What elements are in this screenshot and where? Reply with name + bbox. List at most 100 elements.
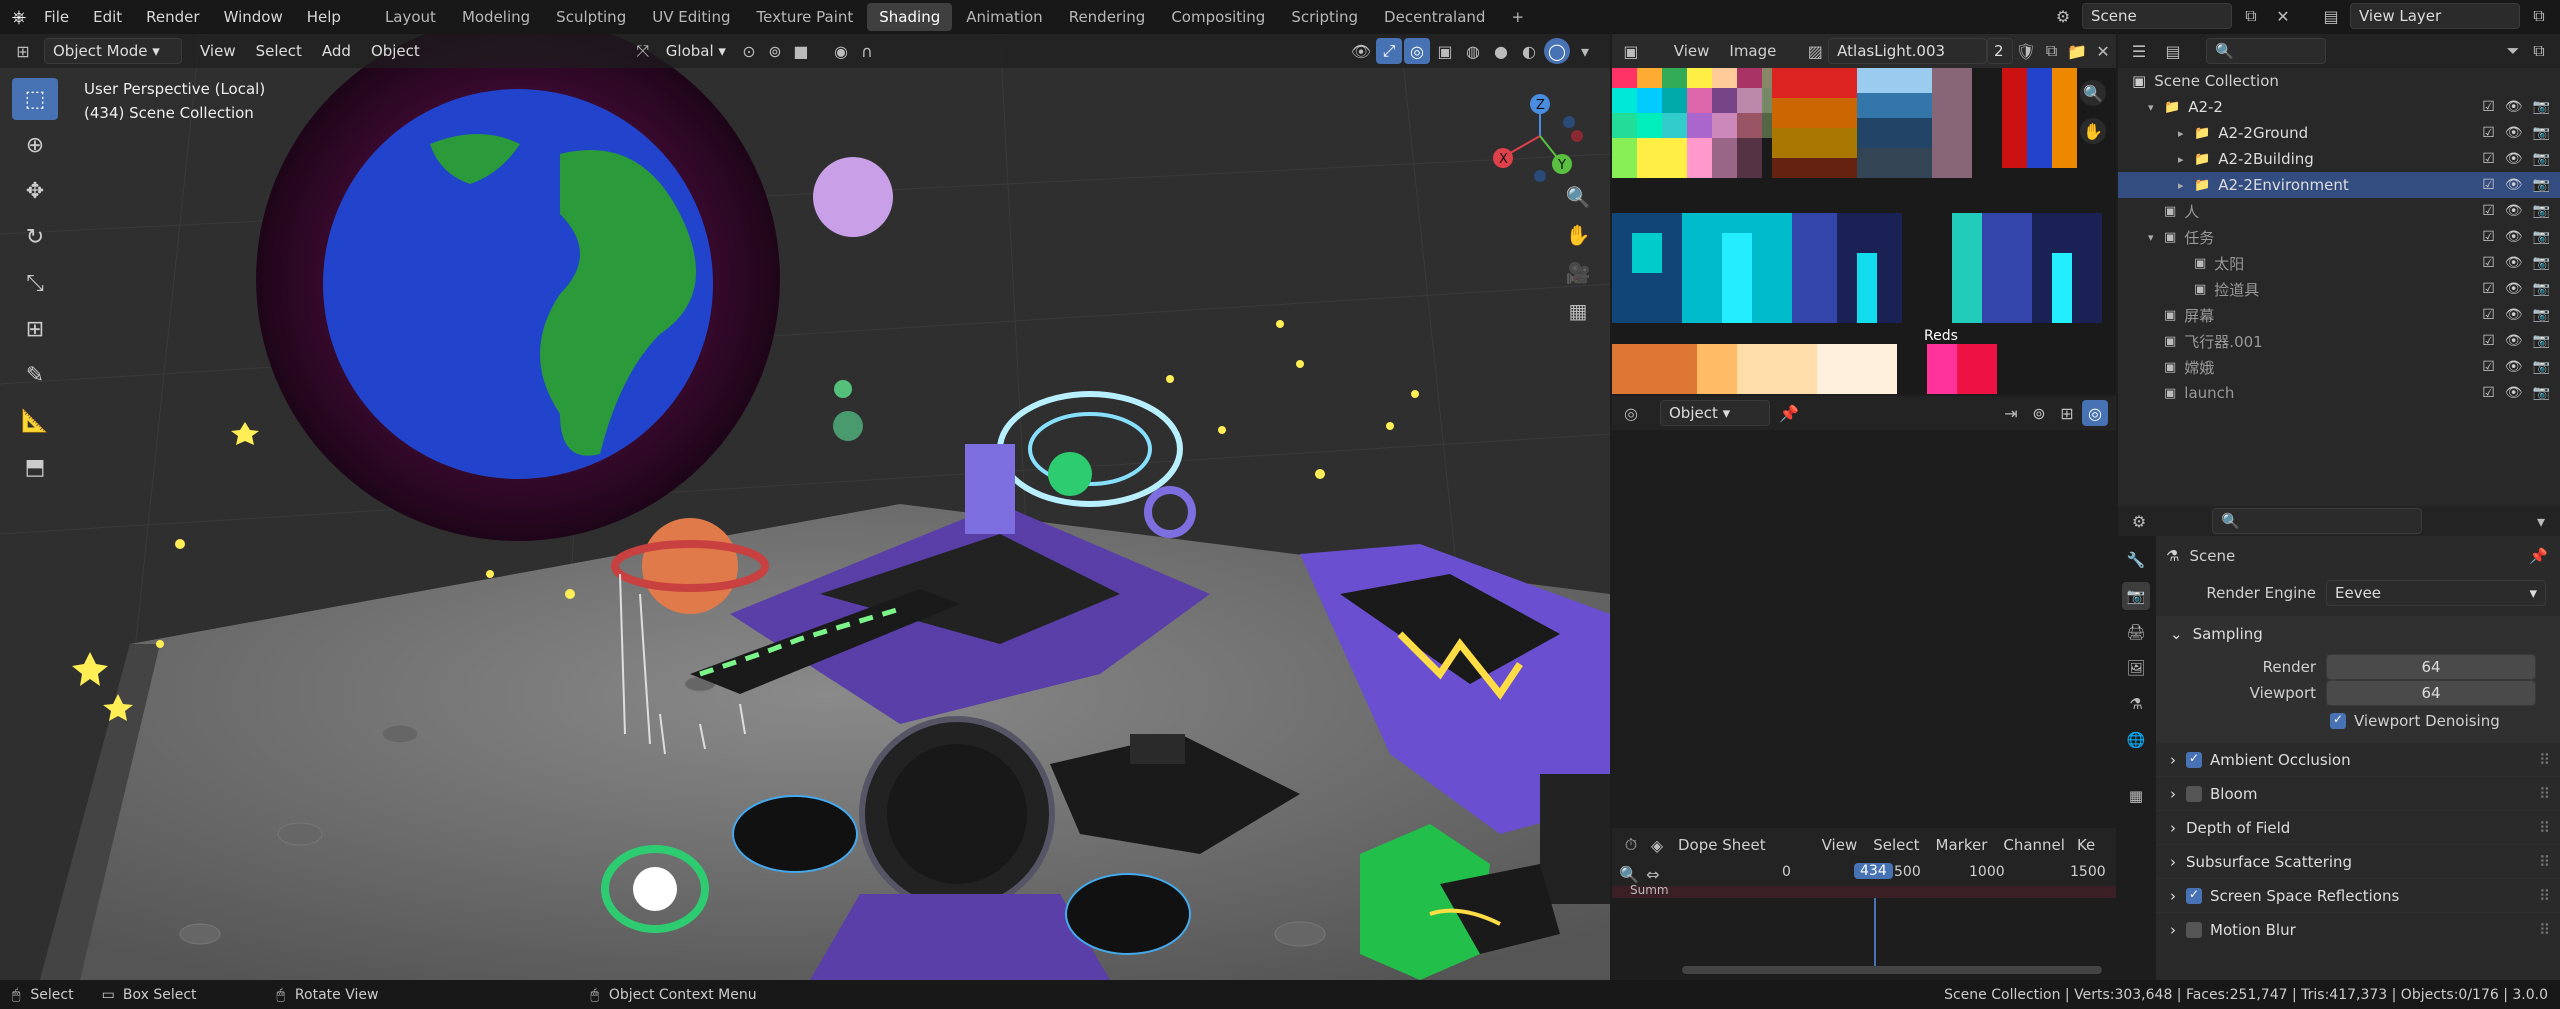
outliner-row[interactable]: ▣ launch ☑ 👁 📷 [2118,380,2560,406]
tab-sculpting[interactable]: Sculpting [544,3,638,31]
move-tool[interactable]: ✥ [12,170,58,212]
shader-type-selector[interactable]: Object ▾ [1660,400,1770,426]
image-menu-image[interactable]: Image [1719,42,1786,60]
camera-icon[interactable]: 📷 [2533,385,2550,401]
eye-icon[interactable]: 👁 [2505,99,2523,115]
outliner-row[interactable]: ▣ 捡道具 ☑ 👁 📷 [2118,276,2560,302]
node-editor-type-icon[interactable]: ◎ [1618,400,1644,426]
drag-handle-icon[interactable]: ⠿ [2539,751,2550,769]
3d-viewport[interactable]: ⊞ Object Mode ▾ View Select Add Object ⤧… [0,34,1610,980]
expand-arrow-icon[interactable]: ▸ [2178,153,2194,166]
dopesheet-scrollbar[interactable] [1682,966,2102,974]
denoise-checkbox[interactable] [2330,712,2346,729]
sampling-panel-header[interactable]: ⌄ Sampling [2156,616,2560,650]
outliner-row[interactable]: ▸ 📁 A2-2Building ☑ 👁 📷 [2118,146,2560,172]
rotate-tool[interactable]: ↻ [12,216,58,258]
dopesheet-menu-select[interactable]: Select [1865,836,1927,854]
dopesheet-menu-key[interactable]: Ke [2073,836,2099,854]
menu-window[interactable]: Window [212,8,295,26]
checkbox-icon[interactable]: ☑ [2482,359,2495,375]
tab-rendering[interactable]: Rendering [1057,3,1158,31]
outliner-row[interactable]: ▣ 人 ☑ 👁 📷 [2118,198,2560,224]
tab-scripting[interactable]: Scripting [1279,3,1370,31]
dopesheet-menu-channel[interactable]: Channel [1995,836,2073,854]
render-section-header[interactable]: › Screen Space Reflections ⠿ [2156,878,2560,912]
image-pan-icon[interactable]: ✋ [2080,118,2106,144]
outliner-row[interactable]: ▸ 📁 A2-2Ground ☑ 👁 📷 [2118,120,2560,146]
delete-scene-icon[interactable]: ✕ [2270,3,2296,29]
view-layer-tab[interactable]: 🖼 [2122,654,2150,682]
menu-render[interactable]: Render [134,8,211,26]
transform-orientation-icon[interactable]: ⤧ [630,38,656,64]
camera-icon[interactable]: 📷 [2533,333,2550,349]
gizmo-neg-y[interactable] [1563,116,1575,128]
mode-selector[interactable]: Object Mode ▾ [44,38,182,64]
node-snap-icon[interactable]: ⇥ [1998,400,2024,426]
tab-animation[interactable]: Animation [954,3,1054,31]
editor-type-icon[interactable]: ⊞ [10,38,36,64]
eye-icon[interactable]: 👁 [2505,385,2523,401]
scene-icon[interactable]: ⚙ [2050,3,2076,29]
drag-handle-icon[interactable]: ⠿ [2539,853,2550,871]
dopesheet-mode-icon[interactable]: ◈ [1644,832,1670,858]
current-frame-indicator[interactable]: 434 [1854,863,1893,879]
camera-icon[interactable]: 📷 [2533,151,2550,167]
camera-icon[interactable]: 📷 [2533,229,2550,245]
image-menu-view[interactable]: View [1664,42,1720,60]
transform-tool[interactable]: ⊞ [12,308,58,350]
gizmo-icon[interactable]: ⤢ [1376,38,1402,64]
image-editor-type-icon[interactable]: ▣ [1618,38,1644,64]
gizmo-neg-z[interactable] [1534,170,1546,182]
properties-options-icon[interactable]: ▾ [2528,508,2554,534]
snap-icon[interactable]: ⊚ [762,38,788,64]
overlays-icon[interactable]: ◎ [1404,38,1430,64]
pivot-icon[interactable]: ⊙ [736,38,762,64]
scene-tab[interactable]: ⚗ [2122,690,2150,718]
checkbox-icon[interactable]: ☑ [2482,125,2495,141]
drag-handle-icon[interactable]: ⠿ [2539,819,2550,837]
solid-shading-icon[interactable]: ● [1488,38,1514,64]
scene-name-field[interactable]: Scene [2082,3,2232,29]
eye-icon[interactable]: 👁 [2505,151,2523,167]
filter-icon[interactable]: ⏷ [2500,38,2526,64]
zoom-icon[interactable]: 🔍 [1565,184,1591,210]
eye-icon[interactable]: 👁 [2505,125,2523,141]
camera-icon[interactable]: 📷 [2533,125,2550,141]
camera-icon[interactable]: 📷 [2533,203,2550,219]
expand-arrow-icon[interactable]: ▸ [2178,179,2194,192]
image-browse-icon[interactable]: ▨ [1802,38,1828,64]
properties-search-input[interactable]: 🔍 [2212,508,2422,534]
gizmo-neg-x[interactable] [1571,130,1583,142]
wireframe-shading-icon[interactable]: ◍ [1460,38,1486,64]
image-users-count[interactable]: 2 [1986,38,2013,64]
dopesheet-timeline-ruler[interactable]: 🔍 ⇔ 0 500 1000 1500 434 [1612,862,2116,886]
tab-shading[interactable]: Shading [867,3,953,31]
pin-icon[interactable]: 📌 [1776,400,1802,426]
viewport-menu-select[interactable]: Select [246,42,312,60]
camera-icon[interactable]: 📷 [2533,255,2550,271]
menu-help[interactable]: Help [295,8,353,26]
navigation-gizmo[interactable]: Z X Y [1485,86,1595,186]
eye-icon[interactable]: 👁 [2505,203,2523,219]
tab-modeling[interactable]: Modeling [450,3,542,31]
drag-handle-icon[interactable]: ⠿ [2539,887,2550,905]
unlink-image-icon[interactable]: ✕ [2090,38,2116,64]
drag-handle-icon[interactable]: ⠿ [2539,921,2550,939]
viewport-menu-view[interactable]: View [190,42,246,60]
tab-uv-editing[interactable]: UV Editing [640,3,742,31]
checkbox-icon[interactable]: ☑ [2482,177,2495,193]
outliner-row[interactable]: ▣ 屏幕 ☑ 👁 📷 [2118,302,2560,328]
pin-properties-icon[interactable]: 📌 [2529,547,2548,565]
measure-tool[interactable]: 📐 [12,400,58,442]
render-engine-dropdown[interactable]: Eevee ▾ [2326,580,2546,606]
fake-user-icon[interactable]: 🛡 [2013,38,2039,64]
render-section-header[interactable]: › Ambient Occlusion ⠿ [2156,742,2560,776]
outliner-search-input[interactable]: 🔍 [2206,38,2326,64]
properties-type-icon[interactable]: ⚙ [2126,508,2152,534]
expand-arrow-icon[interactable]: ▾ [2148,231,2164,244]
playhead-line[interactable] [1874,886,1876,970]
blender-logo-icon[interactable]: ⎈ [6,4,32,30]
render-section-header[interactable]: › Subsurface Scattering ⠿ [2156,844,2560,878]
camera-icon[interactable]: 📷 [2533,359,2550,375]
dopesheet-menu-view[interactable]: View [1814,836,1866,854]
